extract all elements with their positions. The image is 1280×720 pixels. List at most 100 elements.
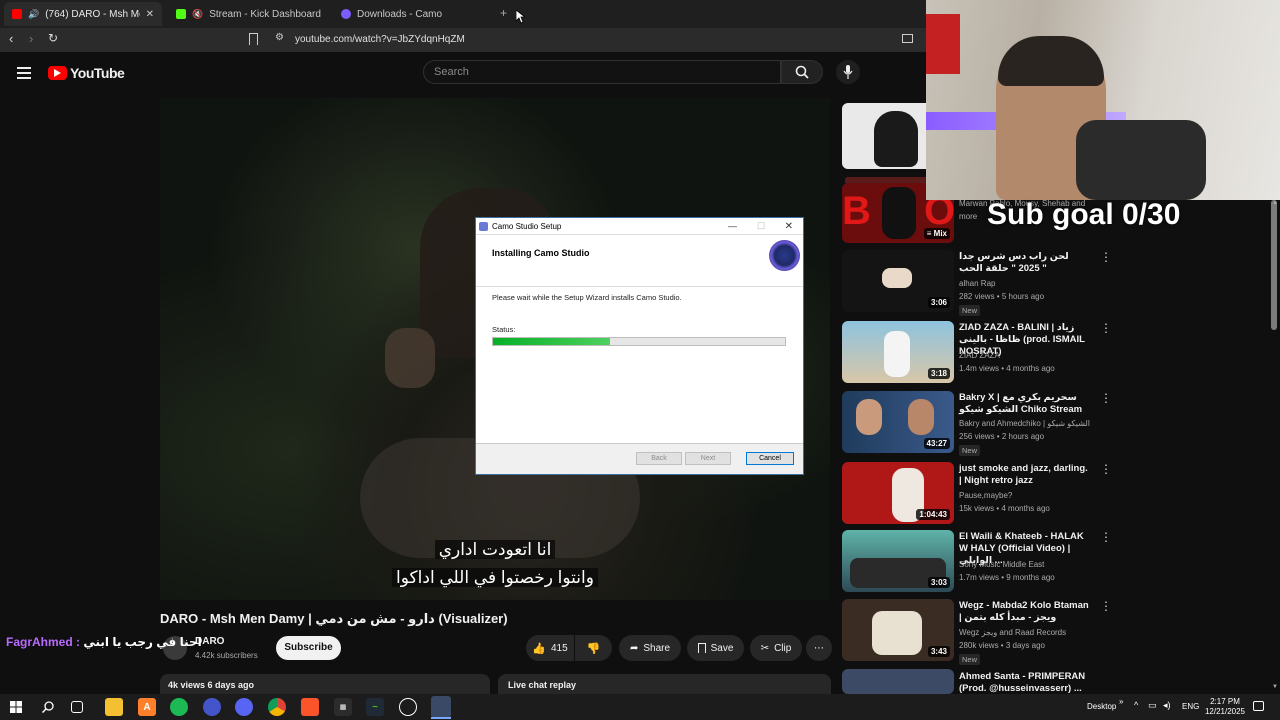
recommended-thumbnail[interactable]: 3:43 [842, 599, 954, 661]
tab-youtube[interactable]: 🔊 (764) DARO - Msh Men Damy ✕ [4, 2, 162, 26]
clock-time: 2:17 PM [1210, 697, 1240, 706]
network-icon[interactable]: ▭ [1148, 700, 1157, 711]
thumbnail-art [872, 611, 922, 655]
new-tab-icon[interactable]: + [500, 6, 507, 20]
save-icon [697, 643, 706, 653]
more-actions-button[interactable]: ⋯ [806, 635, 832, 661]
recommended-views: 1.4m views • 4 months ago [959, 364, 1055, 373]
search-input[interactable]: Search [423, 60, 781, 84]
app-icon[interactable] [203, 698, 221, 716]
search-taskbar-icon[interactable] [39, 698, 57, 716]
webcam-red-shirt [926, 14, 960, 74]
adobe-icon[interactable]: A [138, 698, 156, 716]
recommended-thumbnail[interactable]: 3:18 [842, 321, 954, 383]
window-close-icon[interactable]: ✕ [785, 218, 793, 235]
dislike-button[interactable]: 👎 [575, 635, 612, 661]
recommended-thumbnail[interactable]: 1:04:43 [842, 462, 954, 524]
brave-icon[interactable] [301, 698, 319, 716]
save-button[interactable]: Save [687, 635, 744, 661]
tab-kick[interactable]: 🔇 Stream - Kick Dashboard [168, 2, 328, 26]
back-icon[interactable]: ‹ [9, 31, 13, 46]
chrome-icon[interactable] [268, 698, 286, 716]
recommended-title[interactable]: لحن راب دس شرس جدا 2025 " حلقة الحب " [959, 251, 1089, 275]
thumbnail-face [908, 399, 934, 435]
volume-icon[interactable]: ◂) [1163, 700, 1171, 711]
recommended-channel[interactable]: Sony Music Middle East [959, 558, 1099, 571]
duration-badge: 3:43 [927, 646, 950, 657]
installer-title: Camo Studio Setup [492, 222, 562, 231]
view-count-date[interactable]: 4k views 6 days ago [160, 674, 490, 696]
install-progress-bar [492, 337, 786, 346]
app-icon[interactable]: ▦ [334, 698, 352, 716]
clock[interactable]: 2:17 PM 12/21/2025 [1203, 697, 1247, 717]
recommended-title[interactable]: Ahmed Santa - PRIMPERAN (Prod. @husseinv… [959, 671, 1089, 694]
chat-message: احنا في رجب يا ابني [83, 635, 202, 649]
forward-icon[interactable]: › [29, 31, 33, 46]
recommended-thumbnail[interactable] [842, 669, 954, 694]
scroll-up-icon[interactable]: ▲ [1272, 200, 1278, 206]
status-label: Status: [492, 325, 516, 334]
recommended-title[interactable]: Wegz - Mabda2 Kolo Btaman | ويجز - مبدأ … [959, 600, 1089, 624]
webcam-hair [998, 36, 1104, 86]
kick-icon[interactable]: ~ [366, 698, 384, 716]
installer-app-icon [479, 222, 488, 231]
recommended-channel[interactable]: Wegz ويجز and Raad Records [959, 626, 1099, 639]
tab-camo[interactable]: Downloads - Camo [333, 2, 493, 26]
stream-chat-overlay: FagrAhmed : احنا في رجب يا ابني [6, 635, 202, 649]
camo-logo-icon [769, 240, 800, 271]
language-indicator[interactable]: ENG [1182, 702, 1199, 711]
reload-icon[interactable]: ↻ [48, 31, 58, 45]
site-info-icon[interactable]: ⚙ [275, 32, 284, 43]
recommended-title[interactable]: just smoke and jazz, darling. | Night re… [959, 463, 1089, 487]
recommended-channel[interactable]: Bakry and Ahmedchiko | الشيكو شيكو [959, 417, 1099, 430]
thumbnail-figure [874, 111, 918, 167]
youtube-logo[interactable]: YouTube [48, 65, 125, 81]
recommended-thumbnail[interactable]: 3:06 [842, 250, 954, 312]
subscribe-button[interactable]: Subscribe [276, 636, 341, 660]
kick-favicon-icon [176, 9, 186, 19]
search-button[interactable] [781, 60, 823, 84]
scroll-down-icon[interactable]: ▼ [1272, 684, 1278, 690]
installer-window: Camo Studio Setup — ☐ ✕ Installing Camo … [475, 217, 804, 475]
clip-button[interactable]: ✂ Clip [750, 635, 802, 661]
notification-icon[interactable] [1253, 701, 1264, 711]
share-button[interactable]: ➦ Share [619, 635, 681, 661]
task-view-icon[interactable] [71, 701, 83, 713]
installer-message: Please wait while the Setup Wizard insta… [492, 293, 682, 302]
scrollbar-thumb[interactable] [1271, 200, 1277, 330]
more-options-icon[interactable]: ⋮ [1100, 251, 1112, 263]
recommended-channel[interactable]: Pause,maybe? [959, 489, 1099, 502]
obs-icon[interactable] [399, 698, 417, 716]
live-chat-replay[interactable]: Live chat replay [498, 674, 831, 696]
like-button[interactable]: 👍 415 [526, 635, 574, 661]
more-options-icon[interactable]: ⋮ [1100, 463, 1112, 475]
camo-setup-taskbar-icon[interactable] [431, 696, 451, 718]
more-options-icon[interactable]: ⋮ [1100, 600, 1112, 612]
more-options-icon[interactable]: ⋮ [1100, 392, 1112, 404]
recommended-thumbnail[interactable]: 3:03 [842, 530, 954, 592]
overflow-icon[interactable]: » [1119, 697, 1123, 706]
recommended-channel[interactable]: alhan Rap [959, 277, 1099, 290]
spotify-icon[interactable] [170, 698, 188, 716]
tab-label: Downloads - Camo [357, 8, 443, 20]
voice-search-button[interactable] [836, 60, 860, 84]
discord-icon[interactable] [235, 698, 253, 716]
menu-icon[interactable] [17, 67, 31, 79]
close-icon[interactable]: ✕ [146, 9, 154, 20]
recommended-channel[interactable]: ZIAD ZAZA [959, 349, 1099, 362]
bookmark-icon[interactable] [249, 33, 258, 45]
url-field[interactable]: youtube.com/watch?v=JbZYdqnHqZM [295, 31, 945, 49]
minimize-icon[interactable]: — [728, 218, 737, 235]
more-options-icon[interactable]: ⋮ [1100, 322, 1112, 334]
cancel-button[interactable]: Cancel [746, 452, 794, 465]
file-explorer-icon[interactable] [105, 698, 123, 716]
desktop-toolbar-label[interactable]: Desktop [1087, 702, 1116, 711]
recommended-thumbnail[interactable]: 43:27 [842, 391, 954, 453]
recommended-title[interactable]: Bakry X | سحريم بكري مع الشيكو شيكو Chik… [959, 392, 1089, 416]
more-options-icon[interactable]: ⋮ [1100, 531, 1112, 543]
chevron-up-icon[interactable]: ^ [1134, 700, 1138, 710]
duration-badge: 3:06 [927, 297, 950, 308]
start-icon[interactable] [7, 698, 25, 716]
next-button: Next [685, 452, 731, 465]
installer-footer: Back Next Cancel [476, 443, 803, 474]
